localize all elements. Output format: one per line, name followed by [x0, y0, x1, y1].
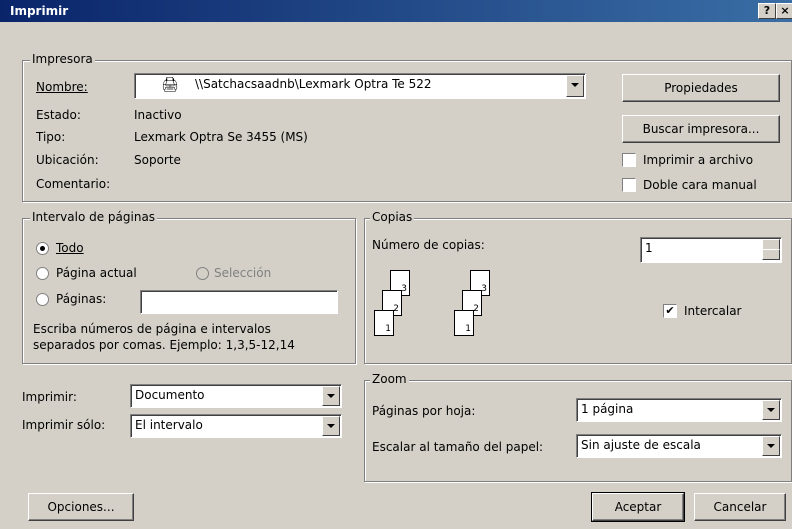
- range-all-radio[interactable]: [36, 242, 49, 255]
- options-button[interactable]: Opciones...: [28, 493, 134, 521]
- find-printer-button[interactable]: Buscar impresora...: [622, 115, 780, 143]
- range-all-label: Todo: [56, 241, 84, 255]
- pages-per-sheet-select[interactable]: 1 página: [576, 398, 782, 422]
- printer-type-value: Lexmark Optra Se 3455 (MS): [134, 130, 308, 144]
- manual-duplex-checkbox[interactable]: [622, 178, 636, 192]
- pages-per-sheet-value: 1 página: [581, 402, 634, 416]
- scale-value: Sin ajuste de escala: [581, 438, 701, 452]
- range-pages-input[interactable]: [140, 290, 338, 314]
- range-hint: Escriba números de página e intervalos s…: [33, 322, 295, 352]
- printer-type-label: Tipo:: [36, 130, 66, 144]
- copies-legend: Copias: [370, 210, 415, 224]
- printer-name-label: Nombre:: [36, 80, 88, 94]
- title-bar: Imprimir ? ×: [0, 0, 792, 22]
- page-icon: 1: [374, 310, 394, 336]
- range-pages-radio[interactable]: [36, 293, 49, 306]
- copies-count-value: 1: [645, 241, 653, 255]
- chevron-down-icon[interactable]: [762, 436, 780, 456]
- chevron-down-icon[interactable]: [762, 400, 780, 420]
- range-selection-label: Selección: [214, 266, 272, 280]
- printer-icon: 🖨: [161, 77, 179, 93]
- printer-comment-label: Comentario:: [36, 177, 111, 191]
- range-current-radio[interactable]: [36, 267, 49, 280]
- printer-status-label: Estado:: [36, 108, 81, 122]
- chevron-down-icon[interactable]: [322, 386, 340, 406]
- chevron-down-icon[interactable]: [322, 416, 340, 436]
- page-range-legend: Intervalo de páginas: [30, 210, 158, 224]
- printer-location-label: Ubicación:: [36, 153, 99, 167]
- printer-name-value: \\Satchacsaadnb\Lexmark Optra Te 522: [195, 77, 432, 91]
- printer-legend: Impresora: [30, 52, 95, 66]
- spin-down-icon[interactable]: [762, 249, 780, 260]
- copies-count-spinner[interactable]: 1: [640, 237, 782, 263]
- printer-location-value: Soporte: [134, 153, 181, 167]
- range-current-label: Página actual: [56, 266, 137, 280]
- manual-duplex-label: Doble cara manual: [643, 178, 757, 192]
- zoom-legend: Zoom: [370, 372, 409, 386]
- ok-button[interactable]: Aceptar: [591, 492, 685, 522]
- cancel-button[interactable]: Cancelar: [694, 493, 786, 521]
- zoom-group: [364, 380, 792, 482]
- pages-per-sheet-label: Páginas por hoja:: [372, 404, 476, 418]
- scale-select[interactable]: Sin ajuste de escala: [576, 434, 782, 458]
- printer-name-select[interactable]: 🖨 \\Satchacsaadnb\Lexmark Optra Te 522: [134, 73, 586, 99]
- range-selection-radio: [196, 267, 209, 280]
- print-only-select[interactable]: El intervalo: [130, 414, 342, 438]
- collate-checkbox[interactable]: ✔: [663, 304, 677, 318]
- print-to-file-checkbox[interactable]: [622, 153, 636, 167]
- print-what-value: Documento: [135, 388, 205, 402]
- print-what-select[interactable]: Documento: [130, 384, 342, 408]
- collate-label: Intercalar: [684, 304, 742, 318]
- properties-button[interactable]: Propiedades: [622, 74, 780, 102]
- window-title: Imprimir: [10, 4, 69, 18]
- print-to-file-label: Imprimir a archivo: [643, 153, 754, 167]
- help-button[interactable]: ?: [758, 3, 776, 19]
- copies-count-label: Número de copias:: [372, 238, 485, 252]
- print-only-value: El intervalo: [135, 418, 203, 432]
- range-pages-label: Páginas:: [56, 292, 107, 306]
- printer-status-value: Inactivo: [134, 108, 182, 122]
- close-button[interactable]: ×: [776, 3, 792, 19]
- print-what-label: Imprimir:: [22, 390, 77, 404]
- chevron-down-icon[interactable]: [566, 75, 584, 97]
- print-only-label: Imprimir sólo:: [22, 418, 106, 432]
- page-icon: 1: [454, 310, 474, 336]
- scale-label: Escalar al tamaño del papel:: [372, 440, 544, 454]
